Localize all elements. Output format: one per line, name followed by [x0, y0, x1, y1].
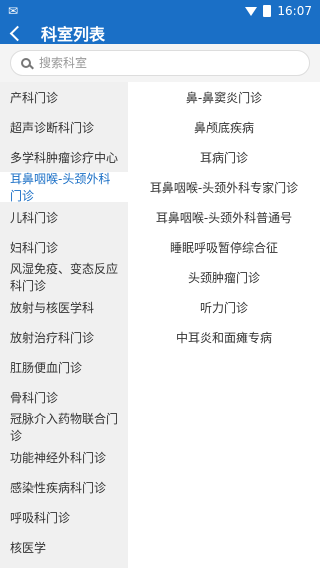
- sub-department-item[interactable]: 睡眠呼吸暂停综合征: [128, 232, 320, 262]
- status-indicators: 16:07: [245, 4, 312, 18]
- battery-icon: [263, 5, 272, 17]
- sub-department-item[interactable]: 中耳炎和面瘫专病: [128, 322, 320, 352]
- department-item[interactable]: 风湿免疫、变态反应科门诊: [0, 262, 128, 293]
- sub-department-list: 鼻-鼻窦炎门诊 鼻颅底疾病 耳病门诊 耳鼻咽喉-头颈外科专家门诊 耳鼻咽喉-头颈外科普通…: [128, 82, 320, 568]
- search-box[interactable]: [10, 50, 310, 76]
- department-item[interactable]: 呼吸科门诊: [0, 502, 128, 532]
- sub-department-item[interactable]: 耳鼻咽喉-头颈外科专家门诊: [128, 172, 320, 202]
- notification-icon: ✉: [8, 4, 19, 18]
- department-item[interactable]: 骨科门诊: [0, 382, 128, 412]
- department-item[interactable]: 感染性疾病科门诊: [0, 472, 128, 502]
- sub-department-item[interactable]: 耳病门诊: [128, 142, 320, 172]
- department-item[interactable]: 放射治疗科门诊: [0, 322, 128, 352]
- department-item[interactable]: 核医学: [0, 532, 128, 562]
- sub-department-item[interactable]: 听力门诊: [128, 292, 320, 322]
- department-item[interactable]: 多学科肿瘤诊疗中心: [0, 142, 128, 172]
- sub-department-item[interactable]: 头颈肿瘤门诊: [128, 262, 320, 292]
- department-category-list: 产科门诊 超声诊断科门诊 多学科肿瘤诊疗中心 耳鼻咽喉-头颈外科门诊 儿科门诊 妇科门诊风…: [0, 82, 128, 568]
- sub-department-item[interactable]: 鼻-鼻窦炎门诊: [128, 82, 320, 112]
- page-title: 科室列表: [41, 25, 106, 44]
- department-item[interactable]: 耳鼻咽喉-头颈外科门诊: [0, 172, 128, 203]
- status-bar: ✉ 16:07: [0, 0, 320, 22]
- sub-department-item[interactable]: 耳鼻咽喉-头颈外科普通号: [128, 202, 320, 232]
- department-item[interactable]: 冠脉介入药物联合门诊: [0, 412, 128, 443]
- app-bar: 科室列表: [0, 22, 320, 44]
- clock: 16:07: [277, 4, 312, 18]
- department-item[interactable]: 超声诊断科门诊: [0, 112, 128, 142]
- department-item[interactable]: 放射与核医学科: [0, 292, 128, 322]
- back-icon[interactable]: [9, 25, 26, 41]
- search-icon: [21, 58, 31, 68]
- search-bar: [0, 44, 320, 82]
- department-item[interactable]: 妇科门诊: [0, 232, 128, 262]
- department-item[interactable]: 肛肠便血门诊: [0, 352, 128, 382]
- wifi-icon: [245, 6, 258, 16]
- sub-department-item[interactable]: 鼻颅底疾病: [128, 112, 320, 142]
- department-item[interactable]: 功能神经外科门诊: [0, 442, 128, 472]
- department-item[interactable]: 产科门诊: [0, 82, 128, 112]
- search-input[interactable]: [39, 56, 289, 70]
- department-item[interactable]: 儿科门诊: [0, 202, 128, 232]
